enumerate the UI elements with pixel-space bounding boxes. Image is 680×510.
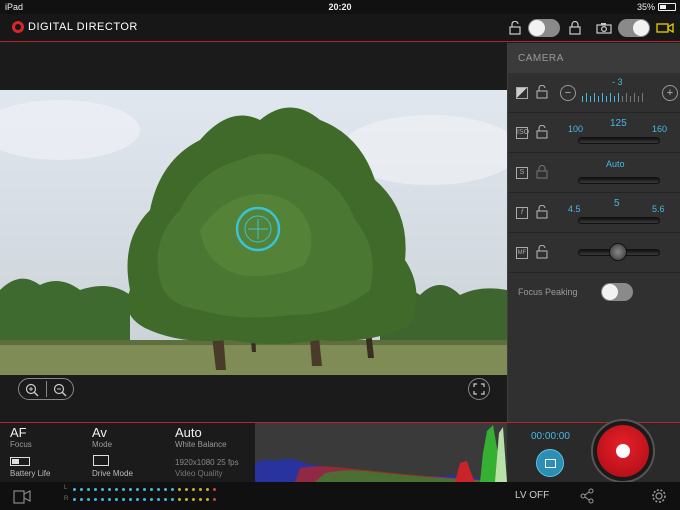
iso-slider[interactable] [578,137,660,144]
zoom-out-icon[interactable] [52,382,68,398]
live-view-image[interactable] [0,90,507,375]
shutter-icon: S [516,167,528,179]
shutter-row: S Auto [508,153,680,193]
unlock-icon[interactable] [536,124,548,144]
battery-life-label: Battery Life [10,469,51,478]
status-bar: iPad 20:20 35% [0,0,680,14]
audio-meter-left [73,488,216,491]
timecode: 00:00:00 [531,431,570,442]
shutter-slider[interactable] [578,177,660,184]
iso-row: ISO 100 125 160 [508,113,680,153]
iso-min: 100 [568,124,584,134]
white-balance-label: White Balance [175,440,227,449]
exposure-value: - 3 [612,77,623,87]
battery-indicator: 35% [637,2,676,12]
viewfinder-letterbox-top [0,43,507,90]
app-logo: DIGITAL DIRECTOR [12,21,138,33]
unlock-icon[interactable] [536,84,548,104]
focus-peaking-row: Focus Peaking [508,273,680,313]
aperture-row: f 4.5 5 5.6 [508,193,680,233]
record-dot-icon [616,444,630,458]
camera-settings-panel: CAMERA − - 3 + ISO 100 125 160 S Auto f [507,43,680,423]
focus-row: MF [508,233,680,273]
exposure-row: − - 3 + [508,73,680,113]
capture-mode-button[interactable] [536,449,564,477]
lock-icon [536,165,548,184]
live-view-status[interactable]: LV OFF [515,490,549,501]
zoom-controls [18,378,74,400]
camera-battery-icon [10,457,30,466]
exposure-scale[interactable] [582,93,643,102]
manual-focus-icon: MF [516,247,528,259]
app-header: DIGITAL DIRECTOR [0,14,680,42]
audio-left-label: L [64,485,68,491]
video-camera-icon[interactable] [655,21,675,35]
lock-toggle[interactable] [528,19,560,37]
minus-icon[interactable]: − [560,85,576,101]
shutter-value: Auto [606,159,625,169]
aperture-min: 4.5 [568,204,581,214]
shooting-mode-label: Mode [92,440,113,449]
aperture-icon: f [516,207,528,219]
battery-percent: 35% [636,2,655,12]
share-icon[interactable] [578,487,596,505]
shooting-mode-value[interactable]: Av [92,425,107,440]
iso-value: 125 [610,118,627,129]
logo-icon [12,21,24,33]
record-button[interactable] [591,419,655,483]
viewfinder-letterbox-bottom [0,375,507,422]
unlock-icon[interactable] [536,204,548,224]
aperture-slider[interactable] [578,217,660,224]
clock: 20:20 [328,2,352,12]
unlock-icon [508,20,522,36]
battery-icon [658,3,676,11]
drive-mode-label: Drive Mode [92,469,133,478]
plus-icon[interactable]: + [662,85,678,101]
histogram [255,423,507,482]
exposure-icon [516,87,528,99]
footer-bar: L R LV OFF [0,482,680,510]
focus-slider-knob[interactable] [609,243,627,261]
unlock-icon[interactable] [536,244,548,264]
settings-gear-icon[interactable] [650,487,668,505]
fullscreen-icon[interactable] [468,378,490,400]
focus-mode-label: Focus [10,440,32,449]
app-title: DIGITAL DIRECTOR [28,21,138,33]
stop-icon [545,459,556,468]
video-quality-value[interactable]: 1920x1080 25 fps [175,458,239,467]
aperture-value: 5 [614,198,620,209]
focus-mode-value[interactable]: AF [10,425,27,440]
photo-camera-icon[interactable] [595,21,613,35]
iso-icon: ISO [516,127,529,139]
audio-meter-right [73,498,216,501]
lock-icon [568,20,582,36]
capture-mode-toggle[interactable] [618,19,650,37]
white-balance-value[interactable]: Auto [175,425,202,440]
remote-device-icon[interactable] [11,487,33,505]
aperture-max: 5.6 [652,204,665,214]
focus-reticle-icon[interactable] [234,205,282,253]
zoom-in-icon[interactable] [24,382,40,398]
drive-mode-icon[interactable] [93,455,109,466]
panel-title: CAMERA [508,43,680,73]
record-controls: 00:00:00 [507,419,680,483]
video-quality-label: Video Quality [175,469,223,478]
iso-max: 160 [652,124,668,134]
audio-right-label: R [64,496,69,502]
focus-peaking-label: Focus Peaking [518,287,578,297]
focus-peaking-toggle[interactable] [601,283,633,301]
